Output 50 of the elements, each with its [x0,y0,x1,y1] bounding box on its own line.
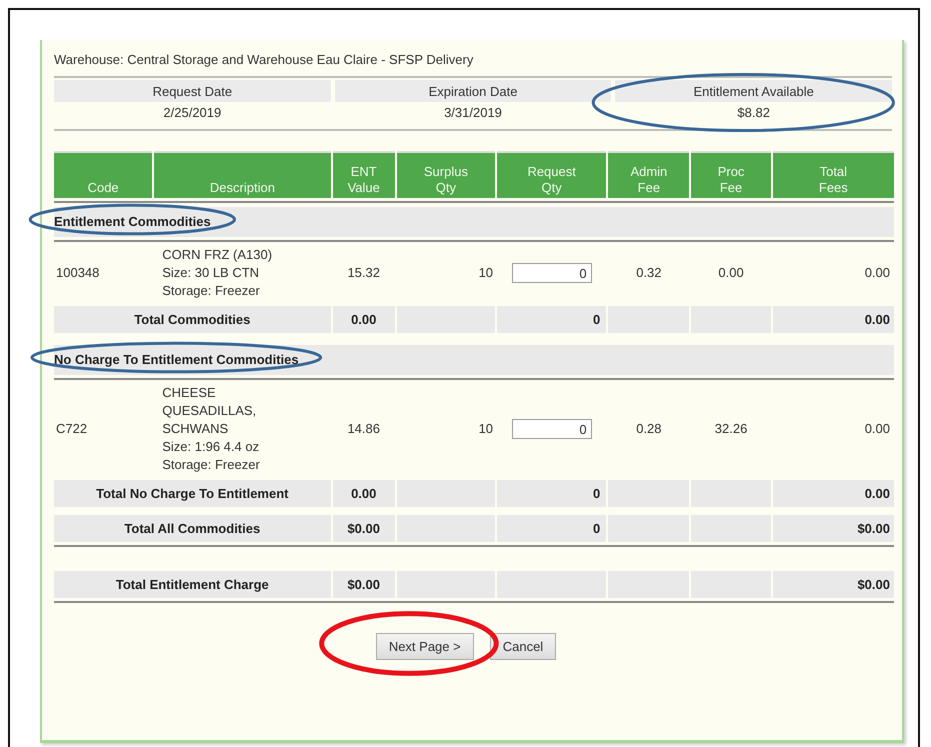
info-label: Request Date [54,80,331,102]
total-value: $0.00 [332,515,395,542]
table-cell-text: 10 [478,264,494,282]
info-value: 3/31/2019 [444,104,502,122]
section-title: Entitlement Commodities [54,214,211,229]
table-cell-text: C722 [55,420,88,438]
warehouse-label: Warehouse: Central Storage and Warehouse Eau Claire - SFSP Delivery [54,51,474,68]
column-header: Proc Fee [691,151,771,198]
total-value: 0.00 [772,478,894,507]
total-value: 0.00 [772,304,894,333]
total-value: 0.00 [332,478,395,507]
column-header: Request Qty [497,151,606,198]
quantity-field[interactable]: 0 [512,263,592,283]
column-header: Description [154,151,331,198]
total-value: 0 [497,515,606,542]
total-value: 0 [497,478,606,507]
quantity-field[interactable]: 0 [512,419,592,439]
table-cell-text: 15.32 [346,264,381,282]
column-header: Total Fees [772,151,894,198]
table-cell-text: 10 [478,420,494,438]
total-label: Total Entitlement Charge [54,571,331,598]
column-header: ENT Value [332,151,395,198]
total-value: $0.00 [772,571,894,598]
column-header: Code [54,151,152,198]
table-cell-text: 100348 [55,264,100,282]
table-cell-text: 32.26 [714,420,748,438]
info-value: $8.82 [737,104,770,122]
total-value: 0.00 [332,304,395,333]
button[interactable]: Next Page > [376,633,474,660]
total-label: Total Commodities [54,304,331,333]
description-cell-text: CORN FRZ (A130) Size: 30 LB CTN Storage: Freezer [161,246,274,300]
table-cell-text: 0.28 [635,420,663,438]
table-cell-text: 0.00 [717,264,745,282]
column-header: Surplus Qty [396,151,496,198]
info-label: Expiration Date [334,80,612,102]
section-title: No Charge To Entitlement Commodities [54,352,299,367]
table-cell-text: 0.00 [864,420,891,438]
total-label: Total All Commodities [54,515,331,542]
total-label: Total No Charge To Entitlement [54,478,331,507]
column-header: Admin Fee [608,151,690,198]
info-value: 2/25/2019 [163,104,222,122]
total-value: 0 [497,304,606,333]
table-cell-text: 0.32 [635,264,663,282]
button[interactable]: Cancel [490,633,556,660]
info-label: Entitlement Available [615,80,892,102]
table-cell-text: 0.00 [864,264,891,282]
total-value: $0.00 [772,515,894,542]
table-cell-text: 14.86 [346,420,381,438]
total-value: $0.00 [332,571,395,598]
description-cell-text: CHEESE QUESADILLAS, SCHWANS Size: 1:96 4.4 oz Storage: Freezer [161,384,261,474]
